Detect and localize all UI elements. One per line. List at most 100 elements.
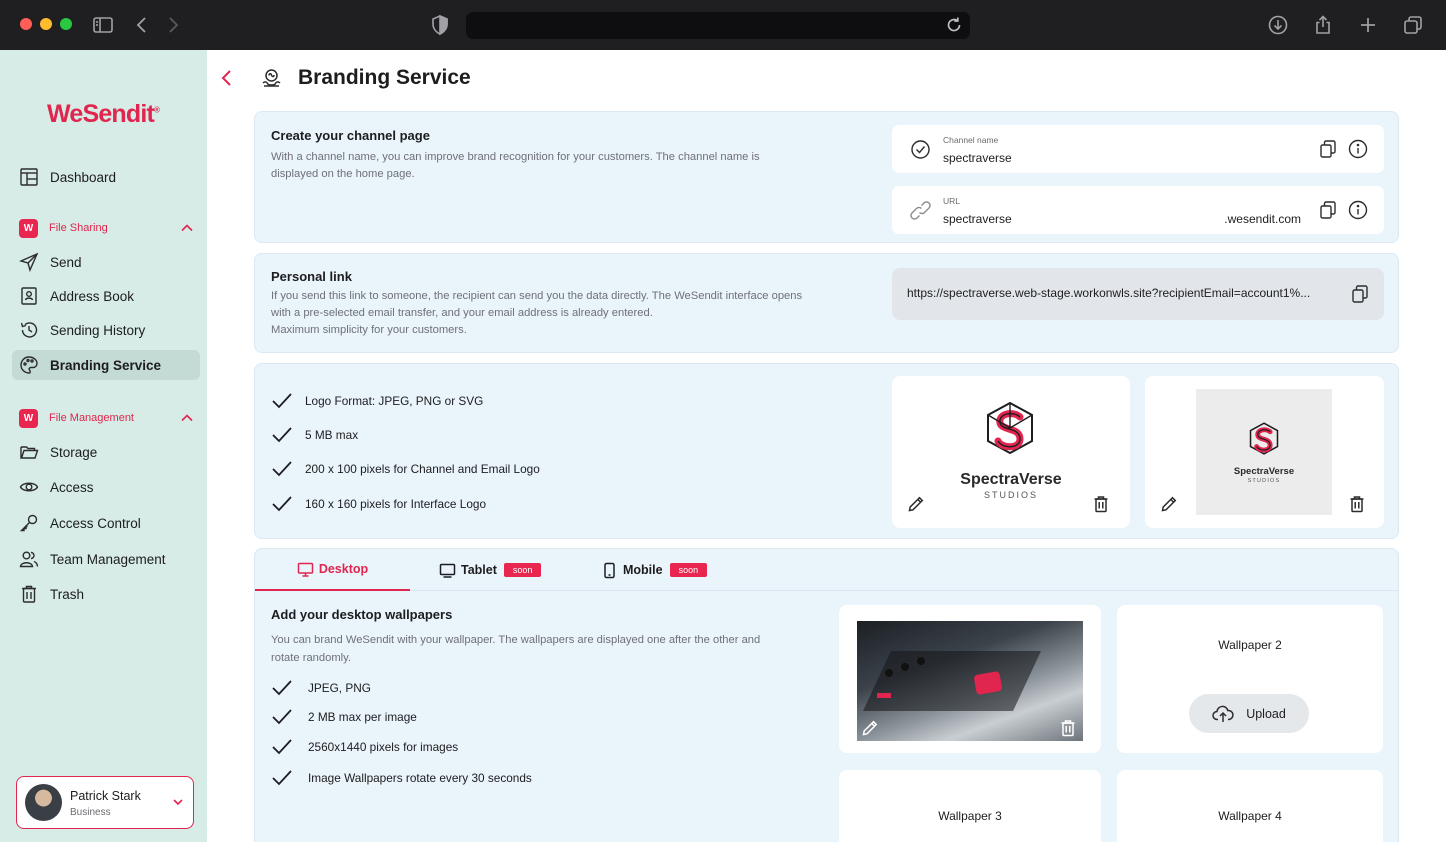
spectraverse-logo-icon <box>987 401 1033 455</box>
logo-upload-card: Logo Format: JPEG, PNG or SVG 5 MB max 2… <box>254 363 1399 539</box>
knob <box>885 669 893 677</box>
edit-icon[interactable] <box>907 495 925 513</box>
trash-icon[interactable] <box>1059 719 1077 737</box>
requirement-text: 2 MB max per image <box>308 710 417 724</box>
trash-icon[interactable] <box>1348 495 1366 513</box>
logo-wordmark: SpectraVerse <box>1233 466 1295 477</box>
tab-mobile[interactable]: Mobile soon <box>601 549 708 591</box>
sidebar-item-branding-service[interactable]: Branding Service <box>12 350 200 380</box>
sidebar-item-sending-history[interactable]: Sending History <box>12 315 200 345</box>
requirement-text: Logo Format: JPEG, PNG or SVG <box>305 394 484 408</box>
share-icon[interactable] <box>1312 14 1334 36</box>
field-value: spectraverse <box>943 151 1012 165</box>
wallpaper-slot-4: Wallpaper 4 <box>1117 770 1383 842</box>
wallpaper-image <box>857 621 1083 741</box>
sidebar-item-dashboard[interactable]: Dashboard <box>12 162 200 192</box>
checkmark-icon <box>271 769 293 787</box>
zoom-window-button[interactable] <box>60 18 72 30</box>
checkmark-icon <box>271 460 293 478</box>
wallpaper-label: Wallpaper 3 <box>938 809 1002 823</box>
close-window-button[interactable] <box>20 18 32 30</box>
chevron-down-icon <box>172 796 184 808</box>
wallpaper-slot-3: Wallpaper 3 <box>839 770 1101 842</box>
spectraverse-logo-icon <box>1249 422 1279 455</box>
card-title: Create your channel page <box>271 128 430 143</box>
sidebar-item-label: Access <box>50 479 94 495</box>
sidebar-item-send[interactable]: Send <box>12 247 200 277</box>
sidebar-item-access-control[interactable]: Access Control <box>12 508 200 538</box>
card-description: You can brand WeSendit with your wallpap… <box>271 631 760 667</box>
minimize-window-button[interactable] <box>40 18 52 30</box>
wallpaper-card: Desktop Tablet soon Mobile soon Add your… <box>254 548 1399 842</box>
forward-arrow-icon[interactable] <box>162 14 184 36</box>
tab-desktop[interactable]: Desktop <box>255 549 410 591</box>
personal-link-field[interactable]: https://spectraverse.web-stage.workonwls… <box>892 268 1384 320</box>
checkmark-icon <box>271 738 293 756</box>
sidebar-item-access[interactable]: Access <box>12 472 200 502</box>
copy-icon[interactable] <box>1350 284 1370 304</box>
checkmark-icon <box>271 392 293 410</box>
shield-icon[interactable] <box>429 14 451 36</box>
sidebar-item-label: Address Book <box>50 288 135 304</box>
file-management-section-toggle[interactable]: W File Management <box>12 407 200 429</box>
card-description: With a channel name, you can improve bra… <box>271 149 760 183</box>
wallpaper-slot-2: Wallpaper 2 Upload <box>1117 605 1383 753</box>
requirement-item: 200 x 100 pixels for Channel and Email L… <box>271 459 540 479</box>
copy-icon[interactable] <box>1318 139 1338 159</box>
address-bar[interactable] <box>466 12 970 39</box>
tab-tablet[interactable]: Tablet soon <box>439 549 542 591</box>
info-icon[interactable] <box>1348 200 1368 220</box>
mobile-icon <box>601 562 618 579</box>
requirement-text: 200 x 100 pixels for Channel and Email L… <box>305 462 540 476</box>
back-arrow-icon[interactable] <box>131 14 153 36</box>
interface-logo-image: SpectraVerse STUDIOS <box>1196 389 1332 515</box>
upload-button[interactable]: Upload <box>1189 694 1309 733</box>
send-icon <box>19 252 39 272</box>
chevron-up-icon <box>180 411 194 425</box>
checkmark-icon <box>271 426 293 444</box>
requirement-text: Image Wallpapers rotate every 30 seconds <box>308 771 532 785</box>
tab-overview-icon[interactable] <box>1402 14 1424 36</box>
requirement-item: 2 MB max per image <box>271 707 417 727</box>
reload-icon[interactable] <box>944 15 964 35</box>
file-sharing-title: File Sharing <box>49 222 108 234</box>
sidebar-item-team-management[interactable]: Team Management <box>12 544 200 574</box>
channel-name-field[interactable]: Channel name spectraverse <box>892 125 1384 173</box>
dashboard-icon <box>19 167 39 187</box>
new-tab-icon[interactable] <box>1357 14 1379 36</box>
sidebar-toggle-icon[interactable] <box>92 14 114 36</box>
info-icon[interactable] <box>1348 139 1368 159</box>
avatar <box>25 784 62 821</box>
logo-subtitle: STUDIOS <box>1247 478 1281 484</box>
back-button[interactable] <box>219 68 235 88</box>
checkmark-icon <box>271 679 293 697</box>
tablet-icon <box>439 562 456 579</box>
sidebar-item-trash[interactable]: Trash <box>12 579 200 609</box>
user-menu[interactable]: Patrick Stark Business <box>16 776 194 829</box>
tab-label: Tablet <box>461 563 497 577</box>
requirement-item: 2560x1440 pixels for images <box>271 737 458 757</box>
logo-wordmark: SpectraVerse <box>960 471 1062 488</box>
sidebar-item-label: Team Management <box>50 551 166 567</box>
sidebar-item-address-book[interactable]: Address Book <box>12 281 200 311</box>
chevron-up-icon <box>180 221 194 235</box>
sidebar-item-label: Send <box>50 254 82 270</box>
edit-icon[interactable] <box>861 719 879 737</box>
card-description: If you send this link to someone, the re… <box>271 288 802 339</box>
copy-icon[interactable] <box>1318 200 1338 220</box>
desktop-icon <box>297 561 314 578</box>
wesendit-logo[interactable]: WeSendit® <box>47 100 160 129</box>
desc-line: If you send this link to someone, the re… <box>271 290 803 302</box>
history-icon <box>19 320 39 340</box>
download-icon[interactable] <box>1267 14 1289 36</box>
desc-line: Maximum simplicity for your customers. <box>271 324 467 336</box>
wallpaper-label: Wallpaper 2 <box>1218 638 1282 652</box>
sidebar-item-storage[interactable]: Storage <box>12 437 200 467</box>
edit-icon[interactable] <box>1160 495 1178 513</box>
trash-icon[interactable] <box>1092 495 1110 513</box>
sidebar-item-label: Sending History <box>50 322 146 338</box>
file-sharing-section-toggle[interactable]: W File Sharing <box>12 217 200 239</box>
requirement-item: Logo Format: JPEG, PNG or SVG <box>271 391 483 411</box>
field-label: Channel name <box>943 135 999 145</box>
channel-url-field[interactable]: URL spectraverse .wesendit.com <box>892 186 1384 234</box>
